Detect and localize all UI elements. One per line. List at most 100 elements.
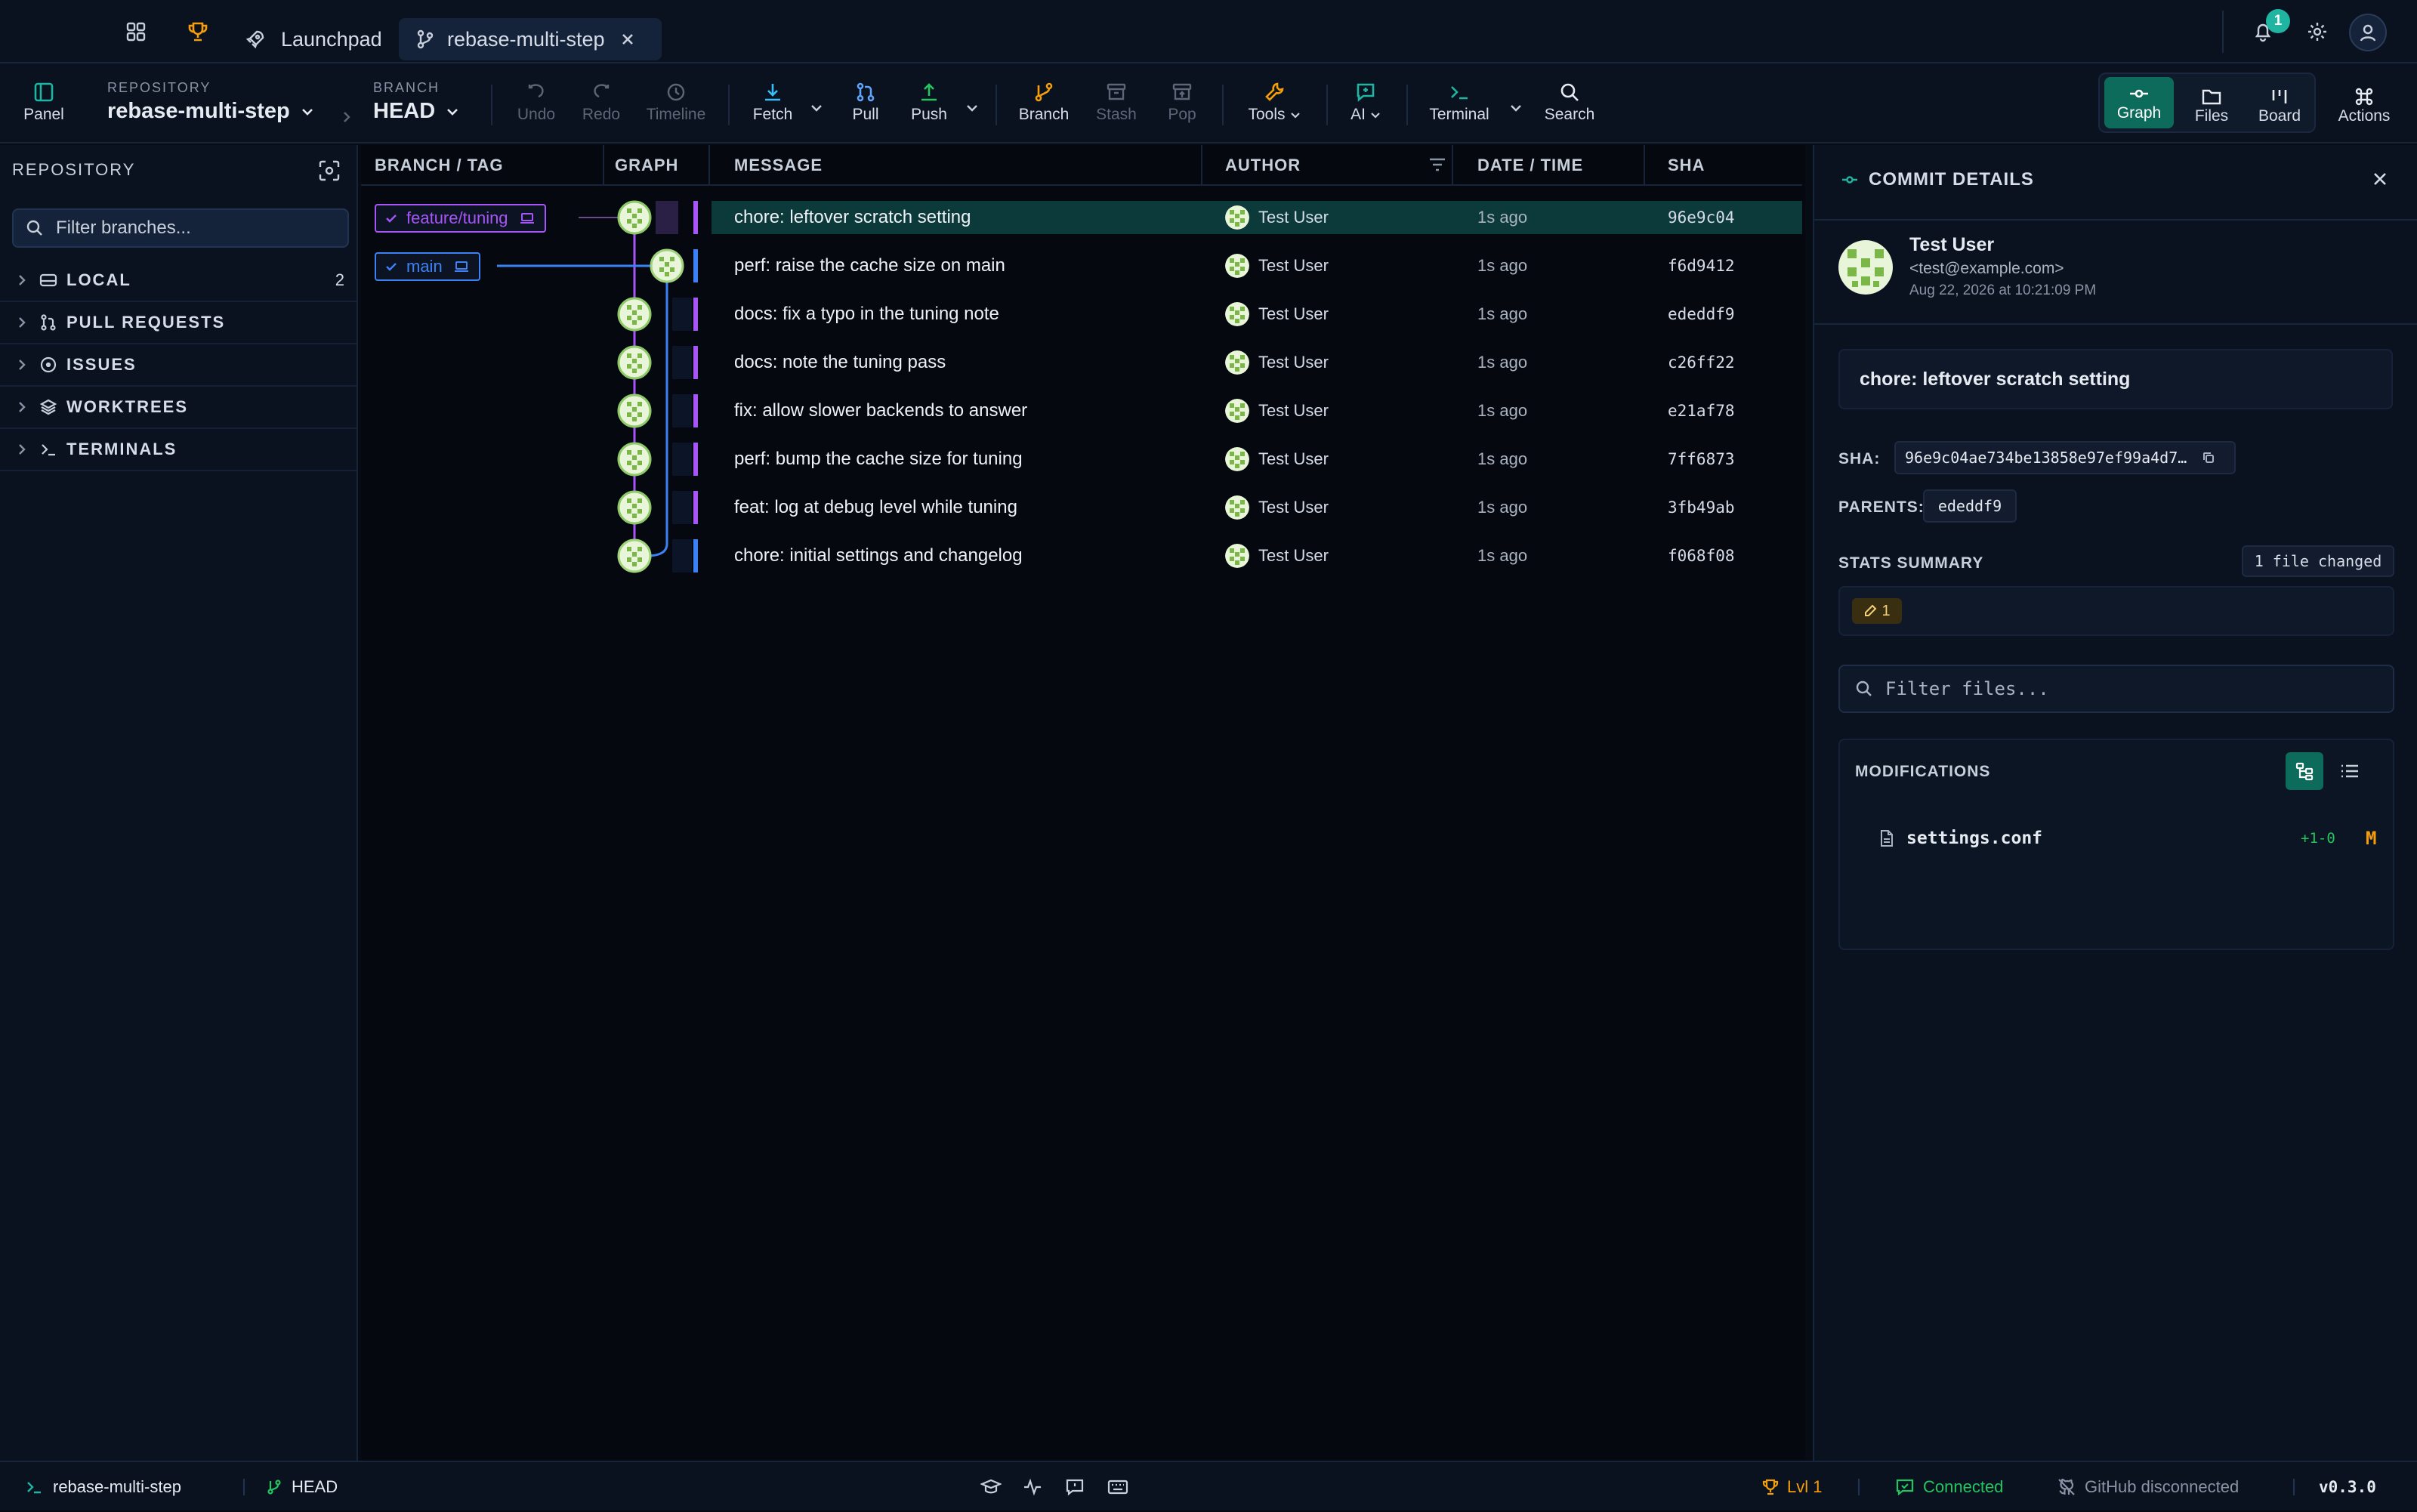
close-tab-icon[interactable] [620, 32, 635, 47]
chevron-down-icon [446, 105, 459, 119]
stash-button[interactable]: Stash [1092, 79, 1141, 124]
filter-icon[interactable] [1428, 156, 1447, 174]
push-options-chevron-icon[interactable] [965, 101, 979, 115]
commit-row[interactable]: docs: fix a typo in the tuning note Test … [361, 290, 1802, 338]
history-icon [665, 79, 687, 106]
search-icon [26, 219, 44, 237]
branch-button[interactable]: Branch [1017, 79, 1071, 124]
commit-row[interactable]: docs: note the tuning pass Test User 1s ag… [361, 338, 1802, 387]
changed-file-row[interactable]: settings.conf +1-0 M [1855, 816, 2381, 861]
tab-launchpad[interactable]: Launchpad [245, 18, 382, 60]
branch-ref-pill[interactable]: main [375, 252, 480, 281]
commit-author-name: Test User [1258, 304, 1329, 323]
panel-button[interactable]: Panel [23, 79, 65, 124]
commit-row[interactable]: perf: bump the cache size for tuning Test… [361, 435, 1802, 483]
keyboard-icon[interactable] [1107, 1462, 1128, 1512]
sidebar-section-label: ISSUES [66, 355, 137, 374]
commit-date: Aug 22, 2026 at 10:21:09 PM [1909, 282, 2097, 298]
column-header-sha[interactable]: SHA [1668, 145, 1705, 186]
ai-button[interactable]: AI [1346, 79, 1385, 124]
commit-date: 1s ago [1477, 546, 1528, 565]
parent-sha-chip[interactable]: ededdf9 [1923, 489, 2017, 523]
commit-author: Test User [1225, 532, 1329, 580]
close-icon[interactable] [2372, 171, 2388, 187]
laptop-icon [454, 261, 468, 272]
activity-icon[interactable] [1023, 1462, 1042, 1512]
column-header-branch[interactable]: BRANCH / TAG [375, 145, 503, 186]
chevron-right-icon [19, 444, 26, 455]
user-avatar-icon[interactable] [2349, 14, 2387, 51]
graph-view-button[interactable]: Graph [2104, 77, 2174, 128]
timeline-button[interactable]: Timeline [644, 79, 708, 124]
chevron-right-icon [19, 359, 26, 370]
branch-ref-pill[interactable]: feature/tuning [375, 204, 546, 233]
list-view-toggle[interactable] [2331, 752, 2369, 790]
push-label: Push [911, 106, 947, 123]
rocket-icon [245, 29, 266, 50]
commit-sha: 96e9c04 [1668, 208, 1735, 227]
message-square-icon[interactable] [1065, 1462, 1085, 1512]
ai-chat-icon [1354, 79, 1377, 106]
commit-date: 1s ago [1477, 353, 1528, 372]
sidebar-section-pull-requests[interactable]: PULL REQUESTS [0, 302, 357, 344]
sha-chip[interactable]: 96e9c04ae734be13858e97ef99a4d7… [1894, 441, 2236, 474]
sidebar-section-local[interactable]: LOCAL 2 [0, 260, 357, 302]
search-button[interactable]: Search [1544, 79, 1595, 124]
file-filter-input[interactable]: Filter files... [1838, 665, 2394, 713]
status-branch[interactable]: HEAD [266, 1462, 338, 1512]
fetch-options-chevron-icon[interactable] [810, 101, 823, 115]
author-email: <test@example.com> [1909, 260, 2064, 277]
branch-filter-input[interactable]: Filter branches... [12, 208, 349, 248]
column-header-message[interactable]: MESSAGE [734, 145, 823, 186]
column-header-graph[interactable]: GRAPH [615, 145, 678, 186]
commit-row[interactable]: fix: allow slower backends to answer Test… [361, 387, 1802, 435]
terminal-icon [42, 444, 55, 456]
fetch-button[interactable]: Fetch [749, 79, 796, 124]
files-view-button[interactable]: Files [2190, 86, 2233, 125]
push-button[interactable]: Push [909, 79, 949, 124]
bell-icon[interactable]: 1 [2248, 9, 2290, 47]
commit-row[interactable]: chore: leftover scratch setting Test User… [361, 193, 1802, 242]
terminal-icon [27, 1482, 41, 1494]
terminal-button[interactable]: Terminal [1428, 79, 1491, 124]
folder-tree-icon [2295, 762, 2314, 781]
commit-row[interactable]: chore: initial settings and changelog Tes… [361, 532, 1802, 580]
commit-graph-icon [2128, 83, 2150, 104]
redo-button[interactable]: Redo [579, 79, 624, 124]
divider [728, 85, 730, 125]
sidebar-section-terminals[interactable]: TERMINALS [0, 429, 357, 471]
undo-button[interactable]: Undo [514, 79, 559, 124]
column-header-author[interactable]: AUTHOR [1225, 145, 1301, 186]
commit-date: 1s ago [1477, 401, 1528, 420]
board-view-button[interactable]: Board [2257, 86, 2302, 125]
actions-button[interactable]: Actions [2335, 86, 2393, 125]
sidebar-section-worktrees[interactable]: WORKTREES [0, 387, 357, 429]
commit-row[interactable]: perf: raise the cache size on main Test U… [361, 242, 1802, 290]
tools-button[interactable]: Tools [1243, 79, 1305, 124]
repository-selector[interactable]: REPOSITORY rebase-multi-step [107, 80, 314, 124]
gear-icon[interactable] [2302, 17, 2332, 47]
status-repo[interactable]: rebase-multi-step [26, 1462, 181, 1512]
column-header-date[interactable]: DATE / TIME [1477, 145, 1583, 186]
copy-icon[interactable] [2202, 451, 2215, 464]
sidebar-section-issues[interactable]: ISSUES [0, 344, 357, 387]
commit-date: 1s ago [1477, 498, 1528, 517]
status-repo-label: rebase-multi-step [53, 1477, 181, 1496]
tree-view-toggle[interactable] [2286, 752, 2323, 790]
terminal-options-chevron-icon[interactable] [1509, 101, 1523, 115]
author-avatar-icon [1225, 254, 1249, 278]
trophy-icon[interactable] [183, 17, 213, 47]
github-status[interactable]: GitHub disconnected [2057, 1462, 2239, 1512]
level-indicator[interactable]: Lvl 1 [1761, 1462, 1822, 1512]
chevron-right-icon [19, 275, 26, 285]
commit-row[interactable]: feat: log at debug level while tuning Tes… [361, 483, 1802, 532]
branch-selector[interactable]: BRANCH HEAD [373, 80, 459, 124]
modifications-panel: MODIFICATIONS settings.conf +1-0 M [1838, 739, 2394, 950]
pop-button[interactable]: Pop [1163, 79, 1201, 124]
pull-button[interactable]: Pull [847, 79, 884, 124]
apps-grid-icon[interactable] [121, 17, 151, 47]
connection-status[interactable]: Connected [1896, 1462, 2003, 1512]
tab-rebase-multi-step[interactable]: rebase-multi-step [399, 18, 662, 60]
graduation-cap-icon[interactable] [980, 1462, 1002, 1512]
focus-scan-icon[interactable] [317, 159, 341, 183]
